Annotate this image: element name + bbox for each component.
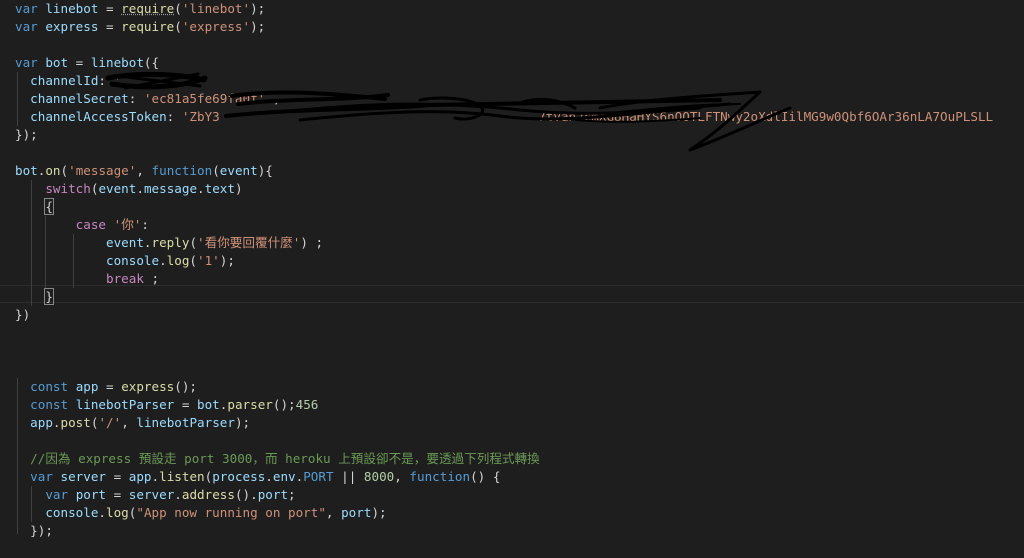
code-editor[interactable]: var linebot = require('linebot'); var exp… [0, 0, 1024, 558]
redaction-scribble [105, 71, 792, 152]
